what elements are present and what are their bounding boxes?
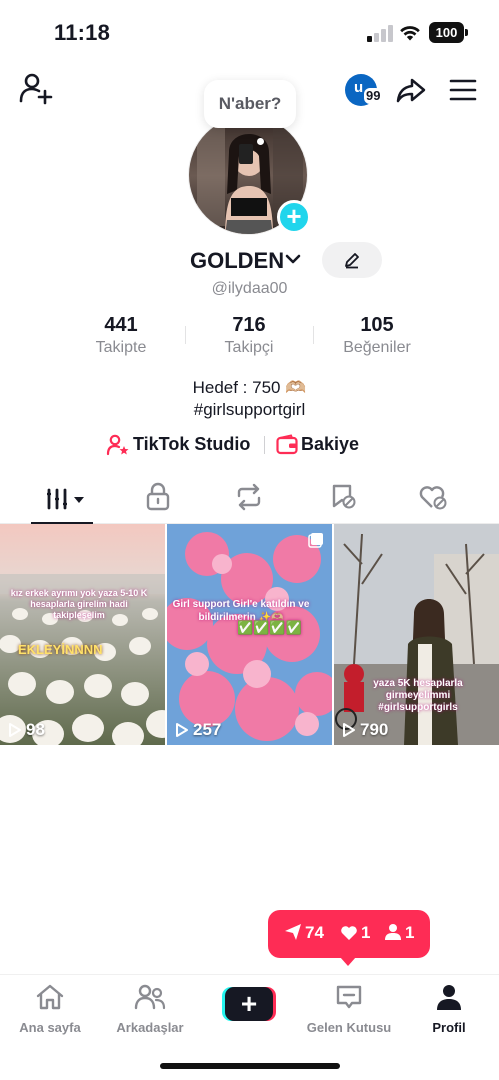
- status-bar: 11:18 100: [0, 0, 499, 62]
- notification-count: 99: [364, 88, 383, 104]
- play-icon: [176, 723, 188, 737]
- activity-friends-count: 1: [405, 923, 415, 942]
- stat-followers-label: Takipçi: [224, 339, 274, 356]
- stat-followers-value: 716: [232, 314, 266, 336]
- favorites-icon: [332, 484, 356, 509]
- video-grid: kız erkek ayrımı yok yaza 5-10 K hesapla…: [0, 524, 499, 745]
- avatar-container: +: [188, 115, 312, 235]
- profile-icon: [437, 985, 461, 1010]
- stat-likes[interactable]: 105 Beğeniler: [322, 314, 432, 357]
- lock-icon: [146, 482, 170, 511]
- nav-home-label: Ana sayfa: [19, 1020, 81, 1035]
- nav-inbox-label: Gelen Kutusu: [306, 1020, 392, 1035]
- liked-icon: [419, 486, 447, 510]
- video-caption: kız erkek ayrımı yok yaza 5-10 K hesapla…: [10, 588, 148, 620]
- notification-badge[interactable]: u 99: [345, 74, 383, 106]
- activity-followers-count: 74: [305, 923, 324, 942]
- note-bubble[interactable]: N'aber?: [204, 80, 296, 128]
- heart-icon: [341, 926, 357, 940]
- display-name[interactable]: GOLDEN: [190, 248, 284, 274]
- bio-hashtag: #girlsupportgirl: [193, 400, 306, 419]
- video-overlay-text: ✅✅✅✅: [237, 620, 302, 635]
- multi-image-icon: [308, 533, 323, 548]
- stat-likes-value: 105: [360, 314, 394, 336]
- create-button[interactable]: +: [222, 987, 276, 1021]
- send-icon: [285, 924, 301, 940]
- tab-liked[interactable]: [418, 482, 464, 516]
- video-overlay-text: EKLEYİNNNN: [18, 642, 103, 657]
- stats-row: 441 Takipte 716 Takipçi 105 Beğeniler: [0, 314, 499, 364]
- video-view-count: 98: [26, 720, 45, 739]
- repost-icon: [237, 483, 261, 511]
- activity-likes: 1: [340, 923, 370, 943]
- stat-likes-label: Beğeniler: [343, 339, 411, 356]
- stat-following-label: Takipte: [95, 339, 147, 356]
- nav-inbox[interactable]: Gelen Kutusu: [299, 983, 399, 1035]
- home-icon: [36, 984, 64, 1010]
- stat-divider: [185, 326, 186, 344]
- play-icon: [9, 723, 21, 737]
- play-icon: [343, 723, 355, 737]
- bio: Hedef : 750 🫶🏼 #girlsupportgirl: [0, 377, 499, 421]
- balance-label: Bakiye: [301, 434, 360, 454]
- name-row: GOLDEN: [0, 242, 499, 278]
- person-icon: [385, 924, 401, 940]
- videos-icon: [47, 488, 84, 510]
- chevron-down-icon[interactable]: [284, 252, 302, 266]
- tab-reposts[interactable]: [234, 482, 280, 516]
- tab-videos[interactable]: [31, 482, 93, 524]
- nav-profile[interactable]: Profil: [399, 983, 499, 1035]
- tab-private[interactable]: [145, 482, 191, 516]
- note-bubble-tail: [257, 138, 264, 145]
- link-divider: [264, 436, 265, 454]
- battery-icon: 100: [429, 22, 468, 43]
- nav-profile-label: Profil: [432, 1020, 466, 1035]
- video-views: 257: [175, 720, 221, 740]
- stat-following-value: 441: [104, 314, 138, 336]
- profile-links: TikTok Studio Bakiye: [0, 432, 499, 458]
- video-caption: yaza 5K hesaplarla girmeyelimmi #girlsup…: [373, 678, 463, 713]
- bio-goal: Hedef : 750: [192, 378, 281, 397]
- plus-icon: +: [225, 987, 273, 1021]
- nav-friends[interactable]: Arkadaşlar: [100, 983, 200, 1035]
- cellular-signal-icon: [367, 24, 393, 42]
- wallet-icon: [276, 434, 298, 455]
- status-time: 11:18: [54, 20, 111, 45]
- wifi-icon: [400, 26, 420, 41]
- stat-following[interactable]: 441 Takipte: [66, 314, 176, 357]
- stat-followers[interactable]: 716 Takipçi: [194, 314, 304, 357]
- username: @ilydaa00: [211, 280, 288, 297]
- add-friend-icon[interactable]: [18, 70, 54, 106]
- studio-icon: [106, 434, 129, 456]
- bio-emoji: 🫶🏼: [285, 378, 307, 397]
- activity-followers: 74: [284, 923, 324, 943]
- edit-profile-button[interactable]: [322, 242, 382, 278]
- video-tile[interactable]: yaza 5K hesaplarla girmeyelimmi #girlsup…: [334, 524, 499, 745]
- video-views: 98: [8, 720, 45, 740]
- tab-favorites[interactable]: [328, 482, 374, 516]
- video-views: 790: [342, 720, 388, 740]
- activity-likes-count: 1: [361, 923, 371, 942]
- tiktok-studio-label: TikTok Studio: [133, 434, 251, 454]
- nav-home[interactable]: Ana sayfa: [0, 983, 100, 1035]
- inbox-icon: [336, 985, 362, 1009]
- pencil-icon: [345, 253, 359, 269]
- stat-divider: [313, 326, 314, 344]
- activity-popup[interactable]: 74 1 1: [268, 910, 430, 966]
- notification-letter: u: [354, 79, 364, 96]
- video-view-count: 257: [193, 720, 222, 739]
- activity-friends: 1: [384, 923, 414, 943]
- nav-friends-label: Arkadaşlar: [116, 1020, 184, 1035]
- video-thumbnail-tulips: [0, 524, 165, 745]
- menu-icon[interactable]: [449, 76, 477, 104]
- video-tile[interactable]: kız erkek ayrımı yok yaza 5-10 K hesapla…: [0, 524, 165, 745]
- home-indicator: [160, 1063, 340, 1069]
- video-tile[interactable]: Girl support Girl'e katıldın ve bildiril…: [167, 524, 332, 745]
- friends-icon: [134, 984, 166, 1010]
- content-tabs: [0, 474, 499, 524]
- add-avatar-button[interactable]: +: [277, 200, 311, 234]
- share-icon[interactable]: [395, 74, 427, 106]
- video-view-count: 790: [360, 720, 389, 739]
